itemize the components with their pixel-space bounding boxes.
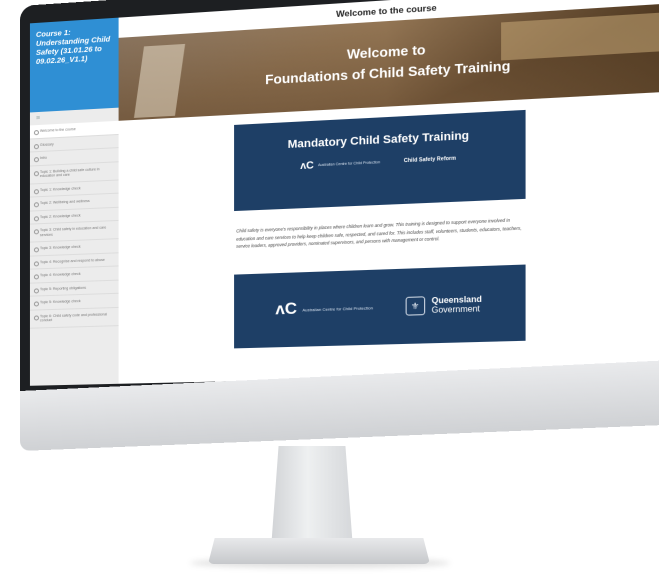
accp-logo-large-text: Australian Centre for Child Protection bbox=[302, 304, 373, 313]
screen: Course 1: Understanding Child Safety (31… bbox=[29, 0, 659, 386]
training-banner: Mandatory Child Safety Training ᴧC Austr… bbox=[234, 109, 526, 212]
monitor: Course 1: Understanding Child Safety (31… bbox=[20, 0, 659, 451]
sponsor-banner: ᴧC Australian Centre for Child Protectio… bbox=[234, 264, 526, 349]
lesson-item[interactable]: Topic 6: Child safety code and professio… bbox=[29, 307, 119, 329]
accp-logo-icon: ᴧC bbox=[300, 160, 314, 173]
intro-paragraph: Child safety is everyone's responsibilit… bbox=[236, 217, 522, 250]
course-title: Course 1: Understanding Child Safety (31… bbox=[35, 27, 111, 67]
course-header[interactable]: Course 1: Understanding Child Safety (31… bbox=[29, 17, 119, 113]
queensland-government-logo: ⚜ Queensland Government bbox=[405, 294, 482, 316]
lesson-list: Welcome to the course Glossary Intro Top… bbox=[29, 120, 119, 329]
monitor-stand-base bbox=[208, 538, 430, 564]
accp-logo-large: ᴧC Australian Centre for Child Protectio… bbox=[275, 298, 373, 320]
crest-icon: ⚜ bbox=[405, 296, 426, 316]
lesson-title: Welcome to the course bbox=[336, 2, 437, 20]
qld-wordmark: Queensland Government bbox=[432, 294, 482, 314]
accp-logo: ᴧC Australian Centre for Child Protectio… bbox=[300, 157, 380, 172]
monitor-stand-neck bbox=[271, 446, 353, 542]
lesson-content: Welcome to the course Welcome to Foundat… bbox=[118, 0, 659, 384]
accp-logo-large-icon: ᴧC bbox=[275, 300, 298, 319]
monitor-bezel: Course 1: Understanding Child Safety (31… bbox=[20, 0, 659, 398]
child-safety-reform-logo: Child Safety Reform bbox=[403, 155, 457, 164]
course-sidebar: Course 1: Understanding Child Safety (31… bbox=[29, 17, 120, 386]
partner-logos: ᴧC Australian Centre for Child Protectio… bbox=[234, 150, 525, 175]
qld-line2: Government bbox=[431, 304, 480, 315]
accp-logo-text: Australian Centre for Child Protection bbox=[318, 160, 381, 168]
training-banner-title: Mandatory Child Safety Training bbox=[287, 129, 470, 152]
